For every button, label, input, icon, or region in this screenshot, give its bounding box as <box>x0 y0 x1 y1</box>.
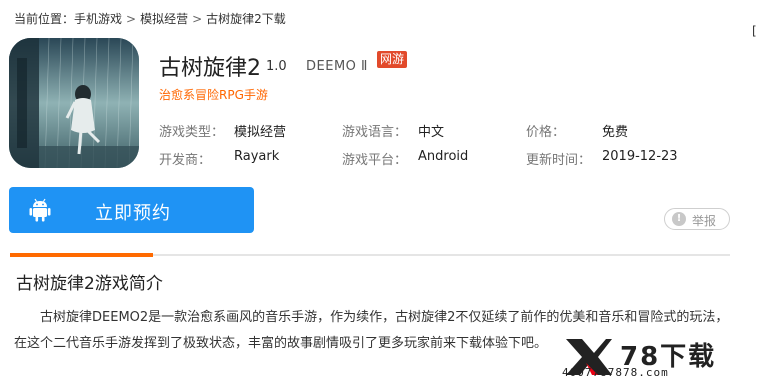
breadcrumb-link-mobile-games[interactable]: 手机游戏 <box>74 12 122 26</box>
online-game-badge: 网游 <box>377 51 408 68</box>
breadcrumb-separator: > <box>126 12 137 26</box>
info-price-label: 价格： <box>526 125 566 140</box>
info-type-value[interactable]: 模拟经营 <box>234 125 286 140</box>
app-icon <box>9 38 139 168</box>
info-lang-value: 中文 <box>418 125 445 140</box>
info-platform-value: Android <box>418 149 469 164</box>
app-version: 1.0 <box>266 59 287 74</box>
info-lang-label: 游戏语言： <box>342 125 408 140</box>
info-type-label: 游戏类型： <box>159 125 225 140</box>
info-price-value: 免费 <box>602 125 629 140</box>
breadcrumb: 当前位置：手机游戏 > 模拟经营 > 古树旋律2下载 <box>14 10 286 27</box>
section-title: 古树旋律2游戏简介 <box>16 274 163 294</box>
reserve-button[interactable]: 立即预约 <box>9 187 254 233</box>
watermark-phone: 4007787878.com <box>562 366 669 379</box>
app-alias: DEEMO Ⅱ <box>306 59 368 74</box>
breadcrumb-link-category[interactable]: 模拟经营 <box>140 12 188 26</box>
app-icon-artwork <box>9 38 139 168</box>
app-tagline: 治愈系冒险RPG手游 <box>159 88 268 102</box>
report-button[interactable]: ! 举报 <box>664 208 730 230</box>
info-type-value-wrap: 模拟经营 <box>234 121 286 140</box>
section-divider-accent <box>10 253 153 257</box>
info-update: 更新时间： <box>526 149 591 168</box>
breadcrumb-separator: > <box>192 12 203 26</box>
info-price: 价格： <box>526 121 565 140</box>
info-lang-value-wrap: 中文 <box>418 121 444 140</box>
report-button-label: 举报 <box>692 214 717 228</box>
app-title: 古树旋律2 <box>159 56 261 81</box>
info-update-label: 更新时间： <box>526 153 592 168</box>
info-platform-label: 游戏平台： <box>342 153 408 168</box>
info-type: 游戏类型： <box>159 121 224 140</box>
watermark: 78下载 4007787878.com <box>562 335 758 380</box>
reserve-button-label: 立即预约 <box>95 203 171 224</box>
info-price-value-wrap: 免费 <box>602 121 628 140</box>
alert-icon: ! <box>672 212 686 226</box>
edge-glyph: [ <box>752 24 757 38</box>
info-dev: 开发商： <box>159 149 211 168</box>
info-lang: 游戏语言： <box>342 121 407 140</box>
breadcrumb-prefix: 当前位置： <box>14 12 75 26</box>
android-icon <box>29 198 51 222</box>
breadcrumb-current[interactable]: 古树旋律2下载 <box>206 12 286 26</box>
info-update-value: 2019-12-23 <box>602 149 678 164</box>
info-update-value-wrap: 2019-12-23 <box>602 149 678 164</box>
info-dev-label: 开发商： <box>159 153 212 168</box>
info-platform: 游戏平台： <box>342 149 407 168</box>
info-platform-value-wrap: Android <box>418 149 468 164</box>
info-dev-value: Rayark <box>234 149 280 164</box>
info-dev-value-wrap: Rayark <box>234 149 279 164</box>
